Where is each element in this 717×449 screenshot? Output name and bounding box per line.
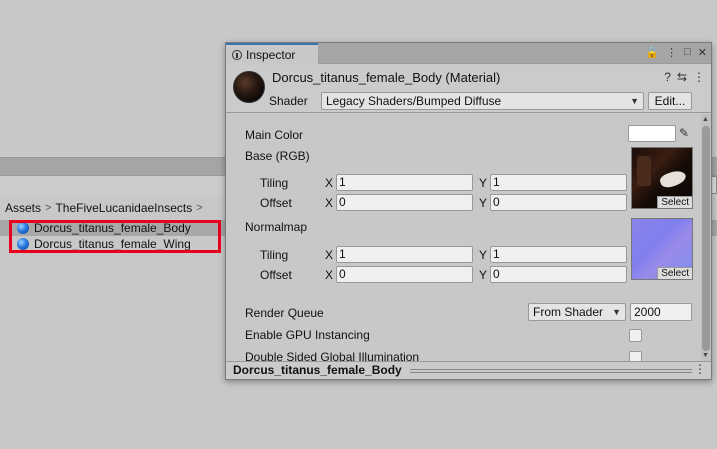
material-header: Dorcus_titanus_female_Body (Material) ? … <box>226 65 711 113</box>
breadcrumb-separator: > <box>196 202 203 214</box>
double-sided-gi-label: Double Sided Global Illumination <box>245 350 420 361</box>
preview-title: Dorcus_titanus_female_Body <box>233 363 402 377</box>
context-menu-icon[interactable]: ⋮ <box>693 70 705 84</box>
base-texture-select-button[interactable]: Select <box>657 196 692 208</box>
normal-offset-label: Offset <box>260 268 292 282</box>
axis-x-label: X <box>325 268 334 282</box>
breadcrumb-separator: > <box>45 202 52 214</box>
gpu-instancing-checkbox[interactable] <box>629 329 642 342</box>
inspector-window: Inspector 🔒 ⋮ □ ✕ Dorcus_titanus_female_… <box>225 42 712 380</box>
tab-label: Inspector <box>246 47 296 62</box>
axis-x-label: X <box>325 248 334 262</box>
drag-handle[interactable] <box>410 369 692 373</box>
breadcrumb-folder[interactable]: TheFiveLucanidaeInsects <box>55 201 192 215</box>
info-icon <box>232 49 242 60</box>
base-texture-label: Base (RGB) <box>245 149 310 163</box>
close-icon[interactable]: ✕ <box>698 46 707 59</box>
normalmap-texture-slot[interactable]: Select <box>631 218 693 280</box>
scroll-down-icon[interactable]: ▼ <box>702 352 709 359</box>
base-offset-x-field[interactable]: 0 <box>336 194 473 211</box>
normal-tiling-x-field[interactable]: 1 <box>336 246 473 263</box>
window-actions: 🔒 ⋮ □ ✕ <box>645 46 707 59</box>
scroll-up-icon[interactable]: ▲ <box>702 116 709 123</box>
main-color-field[interactable] <box>628 125 676 142</box>
shader-dropdown[interactable]: Legacy Shaders/Bumped Diffuse ▼ <box>321 92 644 110</box>
base-tiling-x-field[interactable]: 1 <box>336 174 473 191</box>
normal-tiling-label: Tiling <box>260 248 289 262</box>
chevron-down-icon: ▼ <box>630 96 639 106</box>
gpu-instancing-label: Enable GPU Instancing <box>245 328 370 342</box>
material-title: Dorcus_titanus_female_Body (Material) <box>272 70 501 85</box>
axis-y-label: Y <box>479 268 488 282</box>
chevron-down-icon: ▼ <box>612 307 621 317</box>
header-icons: ? ⇆ ⋮ <box>664 70 705 84</box>
highlight-outline <box>9 220 221 253</box>
normalmap-label: Normalmap <box>245 220 308 234</box>
tab-inspector[interactable]: Inspector <box>226 43 318 64</box>
axis-x-label: X <box>325 176 334 190</box>
render-queue-dropdown[interactable]: From Shader ▼ <box>528 303 626 321</box>
material-properties: Main Color ✎ Base (RGB) Select Tiling X … <box>226 114 701 361</box>
preview-footer[interactable]: Dorcus_titanus_female_Body ⋮ <box>226 361 711 379</box>
normal-offset-y-field[interactable]: 0 <box>490 266 627 283</box>
axis-y-label: Y <box>479 248 488 262</box>
axis-x-label: X <box>325 196 334 210</box>
axis-y-label: Y <box>479 176 488 190</box>
eyedropper-icon[interactable]: ✎ <box>679 126 689 140</box>
base-offset-label: Offset <box>260 196 292 210</box>
render-queue-label: Render Queue <box>245 306 324 320</box>
render-queue-mode: From Shader <box>533 305 604 319</box>
base-tiling-label: Tiling <box>260 176 289 190</box>
normal-offset-x-field[interactable]: 0 <box>336 266 473 283</box>
maximize-icon[interactable]: □ <box>684 46 691 59</box>
axis-y-label: Y <box>479 196 488 210</box>
breadcrumb: Assets > TheFiveLucanidaeInsects > <box>5 201 203 215</box>
main-color-label: Main Color <box>245 128 304 142</box>
normal-tiling-y-field[interactable]: 1 <box>490 246 627 263</box>
edit-shader-button[interactable]: Edit... <box>648 92 692 110</box>
shader-label: Shader <box>269 94 308 108</box>
render-queue-value-field[interactable]: 2000 <box>630 303 692 321</box>
normalmap-select-button[interactable]: Select <box>657 267 692 279</box>
shader-value: Legacy Shaders/Bumped Diffuse <box>326 94 502 108</box>
help-icon[interactable]: ? <box>664 70 671 84</box>
base-texture-slot[interactable]: Select <box>631 147 693 209</box>
preview-menu-icon[interactable]: ⋮ <box>694 362 706 376</box>
scroll-thumb[interactable] <box>702 126 710 351</box>
base-offset-y-field[interactable]: 0 <box>490 194 627 211</box>
lock-icon[interactable]: 🔒 <box>645 46 659 59</box>
double-sided-gi-checkbox[interactable] <box>629 351 642 361</box>
presets-icon[interactable]: ⇆ <box>677 70 687 84</box>
inspector-scrollbar[interactable]: ▲ ▼ <box>701 114 711 361</box>
breadcrumb-assets[interactable]: Assets <box>5 201 41 215</box>
menu-icon[interactable]: ⋮ <box>666 46 677 59</box>
inspector-tabbar: Inspector 🔒 ⋮ □ ✕ <box>226 43 711 64</box>
material-preview-icon <box>233 71 265 103</box>
base-tiling-y-field[interactable]: 1 <box>490 174 627 191</box>
